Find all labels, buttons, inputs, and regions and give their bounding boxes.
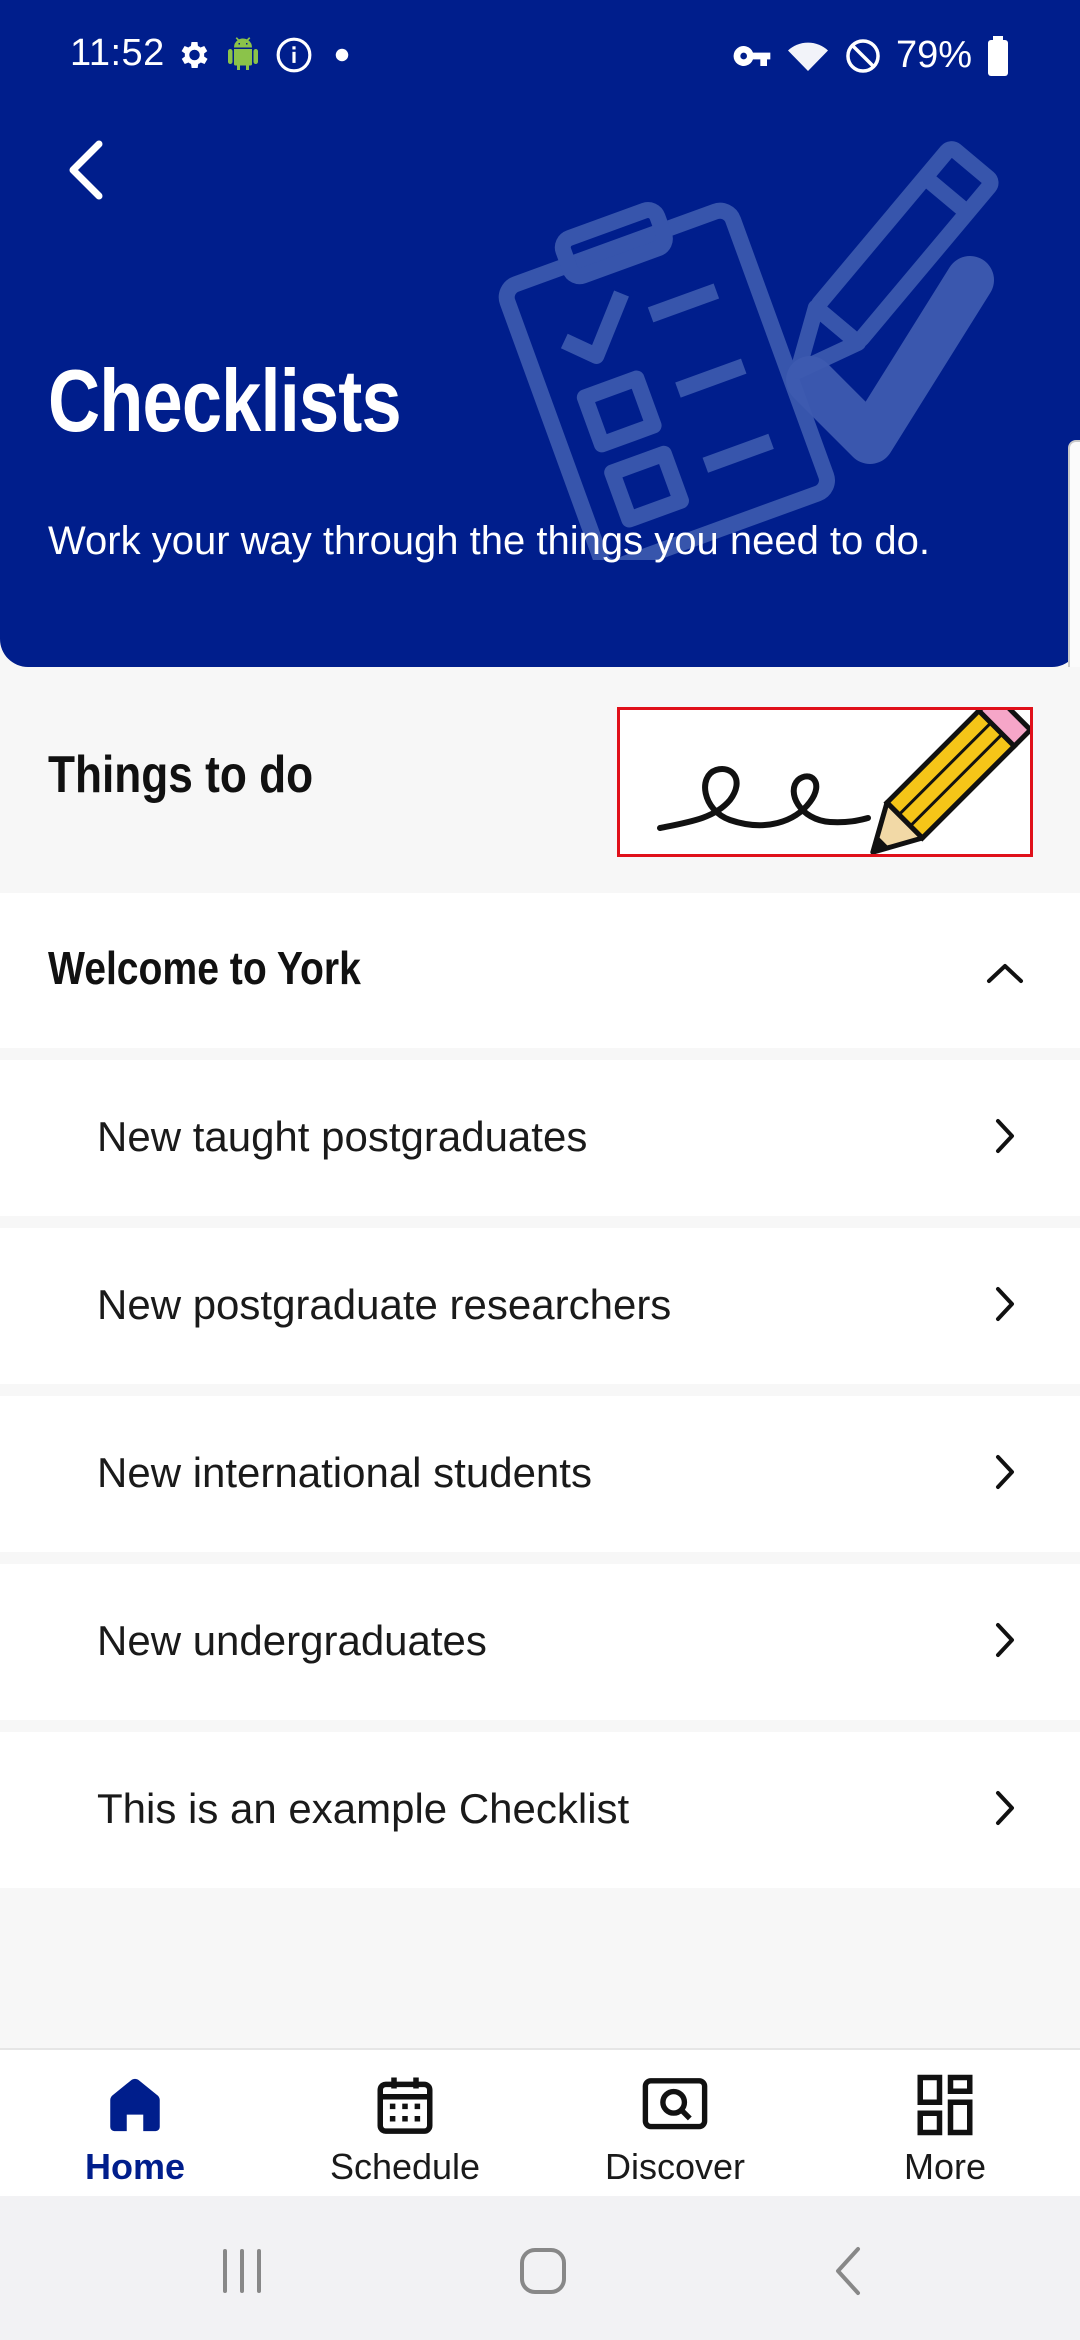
dot-icon xyxy=(335,48,349,62)
nav-schedule-label: Schedule xyxy=(329,2146,481,2187)
gear-icon xyxy=(181,41,208,69)
nav-schedule[interactable]: Schedule xyxy=(270,2050,540,2198)
chevron-right-icon xyxy=(975,1442,1035,1502)
battery-percent: 79% xyxy=(895,34,972,76)
nav-home-label: Home xyxy=(84,2146,186,2187)
chevron-right-icon xyxy=(975,1274,1035,1334)
vpn-key-icon xyxy=(733,45,771,66)
chevron-right-icon xyxy=(975,1778,1035,1838)
chevron-right-icon xyxy=(975,1610,1035,1670)
list-item[interactable]: New undergraduates xyxy=(0,1564,1080,1720)
grid-icon xyxy=(905,2068,985,2142)
page-subtitle: Work your way through the things you nee… xyxy=(48,519,931,563)
checklist-illustration xyxy=(498,141,999,560)
header-banner: 11:52 79% Checklists Work your way throu… xyxy=(0,0,1080,667)
accordion-welcome-to-york[interactable]: Welcome to York xyxy=(0,893,1080,1048)
list-item-label: This is an example Checklist xyxy=(97,1785,630,1832)
nav-home[interactable]: Home xyxy=(0,2050,270,2198)
signature-pencil-icon xyxy=(657,690,1035,855)
chevron-up-icon[interactable] xyxy=(975,943,1035,1003)
status-left-icons xyxy=(175,36,357,74)
system-nav-bar xyxy=(0,2196,1080,2340)
list-item[interactable]: New taught postgraduates xyxy=(0,1060,1080,1216)
checklist-list: New taught postgraduates New postgraduat… xyxy=(0,1060,1080,1900)
do-not-disturb-icon xyxy=(846,38,880,73)
recent-apps-button[interactable] xyxy=(202,2236,282,2306)
section-header: Things to do xyxy=(0,667,1080,893)
back-arrow-icon xyxy=(69,140,103,200)
nav-discover[interactable]: Discover xyxy=(540,2050,810,2198)
home-system-button[interactable] xyxy=(503,2236,583,2306)
list-item[interactable]: New international students xyxy=(0,1396,1080,1552)
bottom-nav: Home Schedule Discover More xyxy=(0,2048,1080,2196)
back-button[interactable] xyxy=(50,130,120,210)
battery-icon xyxy=(988,35,1008,76)
section-title: Things to do xyxy=(48,746,314,804)
nav-more[interactable]: More xyxy=(810,2050,1080,2198)
list-item[interactable]: This is an example Checklist xyxy=(0,1732,1080,1888)
list-item-label: New international students xyxy=(97,1449,592,1496)
list-item-label: New postgraduate researchers xyxy=(97,1281,672,1328)
signature-pencil-image xyxy=(617,690,1035,857)
nav-more-label: More xyxy=(903,2146,987,2187)
page-title: Checklists xyxy=(48,351,402,450)
status-time: 11:52 xyxy=(70,32,165,74)
status-right-icons: 79% xyxy=(732,34,1010,77)
home-circle-icon xyxy=(520,2248,566,2294)
list-item-label: New undergraduates xyxy=(97,1617,487,1664)
home-icon xyxy=(95,2068,175,2142)
discover-icon xyxy=(635,2068,715,2142)
calendar-icon xyxy=(365,2068,445,2142)
chevron-right-icon xyxy=(975,1106,1035,1166)
status-bar: 11:52 79% xyxy=(0,0,1080,110)
recent-apps-icon xyxy=(223,2249,261,2293)
wifi-icon xyxy=(787,42,828,71)
info-icon xyxy=(276,37,312,73)
list-item[interactable]: New postgraduate researchers xyxy=(0,1228,1080,1384)
android-icon xyxy=(228,37,258,70)
list-item-label: New taught postgraduates xyxy=(97,1113,588,1160)
system-back-button[interactable] xyxy=(808,2236,888,2306)
accordion-title: Welcome to York xyxy=(48,942,361,994)
system-back-icon xyxy=(836,2247,860,2295)
nav-discover-label: Discover xyxy=(604,2146,746,2187)
